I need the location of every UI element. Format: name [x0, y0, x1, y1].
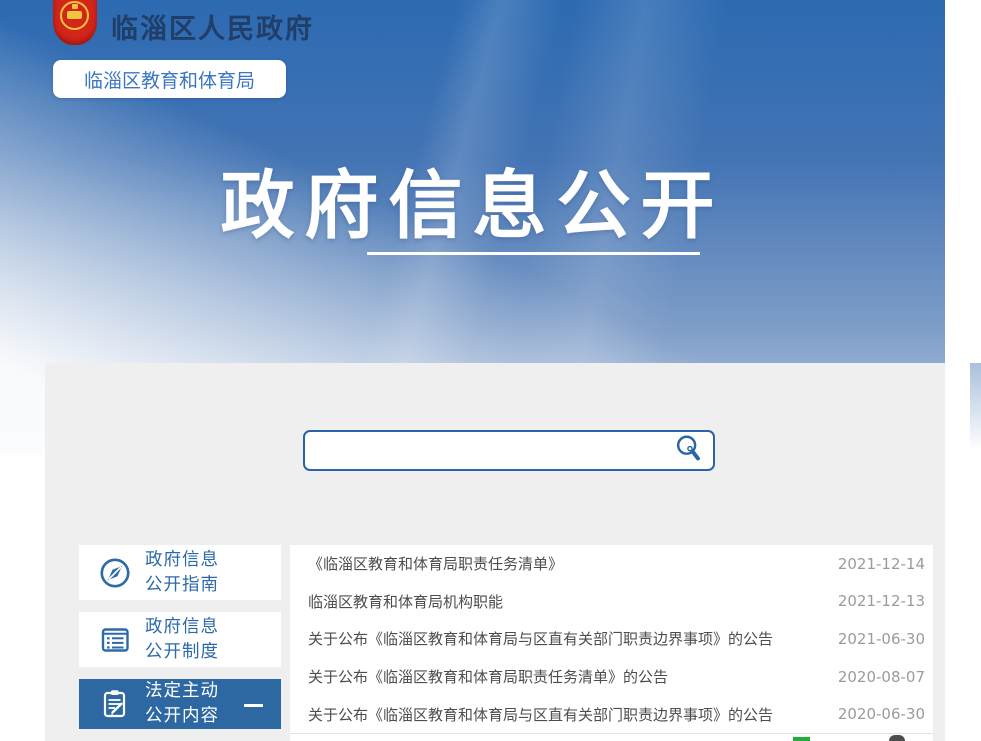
right-margin	[945, 0, 981, 741]
department-tab[interactable]: 临淄区教育和体育局	[53, 60, 286, 98]
sidebar-item-disclosure[interactable]: 法定主动 公开内容	[79, 679, 281, 729]
background-fade	[970, 363, 981, 455]
article-row[interactable]: 关于公布《临淄区教育和体育局与区直有关部门职责边界事项》的公告 2021-06-…	[290, 620, 933, 658]
page-title: 政府信息公开	[0, 146, 945, 253]
clipboard-pen-icon	[97, 686, 133, 722]
page: 临淄区人民政府 临淄区教育和体育局 政府信息公开	[0, 0, 981, 741]
search-bar	[303, 430, 715, 471]
main-content: 政府信息 公开指南	[45, 363, 970, 741]
article-title[interactable]: 《临淄区教育和体育局职责任务清单》	[308, 553, 563, 574]
search-icon	[673, 433, 705, 468]
sidebar-item-label: 公开制度	[145, 640, 219, 665]
minus-icon[interactable]	[244, 704, 263, 707]
emblem-star	[72, 4, 78, 9]
emblem-gate	[67, 11, 82, 19]
sidebar-item-label: 政府信息	[145, 548, 219, 573]
sidebar-item-label: 政府信息	[145, 615, 219, 640]
sidebar-item-label: 公开指南	[145, 573, 219, 598]
search-button[interactable]	[673, 433, 713, 468]
sidebar-item-rules[interactable]: 政府信息 公开制度	[79, 612, 281, 667]
article-title[interactable]: 关于公布《临淄区教育和体育局与区直有关部门职责边界事项》的公告	[308, 704, 773, 725]
list-separator	[290, 733, 933, 734]
ledger-icon	[97, 622, 133, 658]
article-title[interactable]: 关于公布《临淄区教育和体育局职责任务清单》的公告	[308, 666, 668, 687]
sidebar-item-label: 公开内容	[145, 704, 219, 729]
search-input[interactable]	[305, 432, 673, 469]
sidebar-item-guide[interactable]: 政府信息 公开指南	[79, 545, 281, 600]
article-row[interactable]: 关于公布《临淄区教育和体育局与区直有关部门职责边界事项》的公告 2020-06-…	[290, 695, 933, 733]
sidebar-item-label: 法定主动	[145, 679, 219, 704]
article-date: 2021-06-30	[838, 630, 925, 648]
article-title[interactable]: 临淄区教育和体育局机构职能	[308, 591, 503, 612]
icon-fragment	[889, 735, 905, 741]
article-row[interactable]: 临淄区教育和体育局机构职能 2021-12-13	[290, 583, 933, 621]
national-emblem-icon	[53, 0, 97, 45]
site-logo-row: 临淄区人民政府	[53, 0, 314, 46]
article-date: 2020-08-07	[838, 668, 925, 686]
article-row[interactable]: 《临淄区教育和体育局职责任务清单》 2021-12-14	[290, 545, 933, 583]
article-date: 2021-12-13	[838, 592, 925, 610]
article-title[interactable]: 关于公布《临淄区教育和体育局与区直有关部门职责边界事项》的公告	[308, 628, 773, 649]
article-list: 《临淄区教育和体育局职责任务清单》 2021-12-14 临淄区教育和体育局机构…	[290, 545, 933, 741]
title-underline-decoration	[367, 252, 700, 255]
compass-icon	[97, 555, 133, 591]
site-title: 临淄区人民政府	[111, 7, 314, 46]
sidebar-nav: 政府信息 公开指南	[79, 545, 281, 741]
article-row[interactable]: 关于公布《临淄区教育和体育局职责任务清单》的公告 2020-08-07	[290, 658, 933, 696]
wechat-icon-fragment	[793, 737, 810, 741]
article-date: 2021-12-14	[838, 555, 925, 573]
article-date: 2020-06-30	[838, 705, 925, 723]
